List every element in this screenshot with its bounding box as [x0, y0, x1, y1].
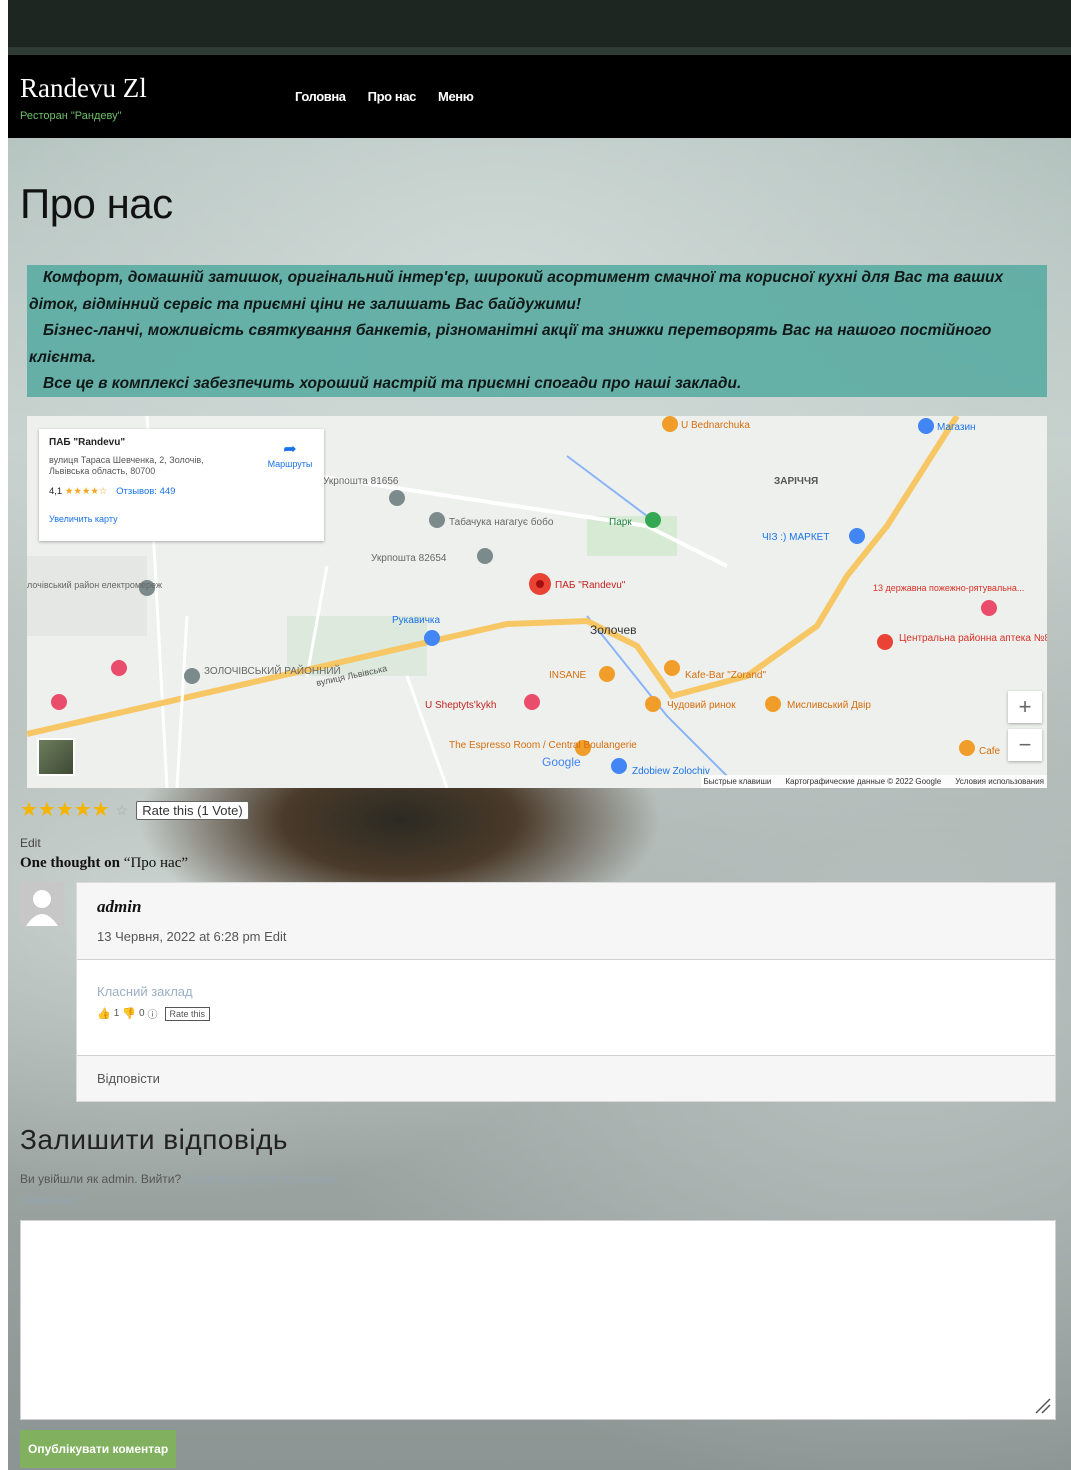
left-rail [0, 0, 8, 1470]
svg-text:лочівський район електромереж: лочівський район електромереж [27, 580, 162, 590]
intro-paragraph: Бізнес-ланчі, можливість святкування бан… [29, 322, 992, 366]
place-address: вулиця Тараса Шевченка, 2, Золочів, Льві… [49, 455, 204, 476]
down-count: 0 [138, 1008, 145, 1019]
thumbs-down-icon[interactable]: 👎 [122, 1007, 136, 1020]
up-count: 1 [113, 1008, 120, 1019]
post-rating: ★★★★★ ☆ Rate this (1 Vote) [20, 800, 249, 820]
svg-text:U Sheptyts'kykh: U Sheptyts'kykh [425, 700, 496, 711]
comment-vote: 👍 1 👎 0 ⓘ Rate this [97, 1006, 211, 1021]
svg-text:INSANE: INSANE [549, 670, 587, 681]
submit-comment-button[interactable]: Опублікувати коментар [20, 1430, 177, 1468]
map-district-label: ЗАРІЧЧЯ [774, 476, 818, 487]
rating-stars[interactable]: ★★★★★ [20, 800, 110, 820]
main-nav: Головна Про нас Меню [295, 89, 474, 104]
svg-text:Магазин: Магазин [937, 422, 976, 433]
rating-empty-star[interactable]: ☆ [116, 802, 129, 819]
svg-text:Центральна районна аптека №85,: Центральна районна аптека №85, КП [899, 633, 1047, 644]
svg-text:ЧІЗ :) МАРКЕТ: ЧІЗ :) МАРКЕТ [762, 532, 829, 543]
directions-label: Маршруты [267, 459, 313, 469]
svg-text:U Bednarchuka: U Bednarchuka [681, 420, 750, 431]
svg-text:Чудовий ринок: Чудовий ринок [667, 700, 736, 711]
svg-text:Рукавичка: Рукавичка [392, 615, 441, 626]
map-city-label: Золочев [590, 623, 637, 637]
google-logo: Google [542, 755, 581, 769]
place-name: ПАБ "Randevu" [49, 437, 126, 448]
zoom-out-button[interactable]: − [1008, 729, 1042, 761]
svg-text:Мисливський Двір: Мисливський Двір [787, 700, 871, 711]
reply-link[interactable]: Відповісти [97, 1071, 160, 1086]
user-avatar-icon [20, 882, 64, 926]
rate-this-button[interactable]: Rate this (1 Vote) [136, 800, 249, 820]
map-place-card: ПАБ "Randevu" вулиця Тараса Шевченка, 2,… [39, 429, 324, 541]
nav-item-about[interactable]: Про нас [368, 89, 417, 104]
svg-text:Kafe-Bar "Zorand": Kafe-Bar "Zorand" [685, 670, 766, 681]
map-data-attribution: Картографические данные © 2022 Google [785, 777, 942, 786]
svg-text:The Espresso Room / Central Bo: The Espresso Room / Central Boulangerie [449, 740, 637, 751]
resize-grip-icon[interactable] [1030, 1393, 1052, 1415]
directions-button[interactable]: ➦ Маршруты [264, 441, 316, 469]
thumbs-up-icon[interactable]: 👍 [97, 1007, 111, 1020]
comment-body: Класний заклад 👍 1 👎 0 ⓘ Rate this [77, 960, 1055, 1055]
google-map[interactable]: ПАБ "Randevu" Золочев ЗАРІЧЧЯ U Bednarch… [27, 416, 1047, 788]
intro-paragraph: Комфорт, домашній затишок, оригінальний … [29, 269, 1004, 313]
directions-icon: ➦ [283, 441, 297, 458]
reply-form-title: Залишити відповідь [20, 1124, 288, 1155]
nav-item-menu[interactable]: Меню [438, 89, 474, 104]
logged-in-text[interactable]: Ви увійшли як admin. Вийти? [20, 1172, 181, 1186]
keyboard-shortcuts-link[interactable]: Быстрые клавиши [704, 777, 772, 786]
svg-text:Cafe: Cafe [979, 746, 1001, 757]
svg-text:Табачука нагагує бобо: Табачука нагагує бобо [449, 516, 554, 528]
info-icon: ⓘ [147, 1010, 158, 1021]
svg-text:Укрпошта 82654: Укрпошта 82654 [371, 553, 447, 564]
intro-text: Комфорт, домашній затишок, оригінальний … [27, 265, 1047, 397]
map-terms-link[interactable]: Условия использования [955, 777, 1044, 786]
required-fields-note: Обов'язкові поля позначені * [184, 1172, 345, 1186]
place-rating: 4,1 ★★★★☆ Отзывов: 449 [49, 486, 175, 497]
logged-in-note: Ви увійшли як admin. Вийти? Обов'язкові … [20, 1172, 344, 1186]
nav-item-home[interactable]: Головна [295, 89, 346, 104]
map-marker-label: ПАБ "Randevu" [555, 580, 626, 591]
place-rating-stars: ★★★★☆ [64, 486, 108, 497]
comment: admin 13 Червня, 2022 at 6:28 pm Edit Кл… [76, 882, 1056, 1102]
comment-field-label: Коментар * [20, 1193, 82, 1207]
comment-rate-button[interactable]: Rate this [164, 1006, 211, 1021]
svg-text:Укрпошта 81656: Укрпошта 81656 [323, 476, 399, 487]
divider [77, 1055, 1055, 1056]
edit-post-link[interactable]: Edit [20, 836, 41, 850]
intro-paragraph: Все це в комплексі забезпечить хороший н… [43, 375, 742, 392]
site-tagline: Ресторан "Рандеву" [20, 110, 122, 122]
svg-text:Парк: Парк [609, 517, 632, 528]
site-title[interactable]: Randevu Zl [20, 73, 147, 104]
comments-title: One thought on “Про нас” [20, 855, 188, 872]
top-bar [8, 0, 1071, 55]
comments-title-prefix: One thought on [20, 855, 121, 871]
place-rating-value: 4,1 [49, 486, 63, 497]
enlarge-map-link[interactable]: Увеличить карту [49, 514, 118, 524]
satellite-toggle[interactable] [37, 738, 75, 776]
svg-text:13 державна пожежно-рятувальна: 13 державна пожежно-рятувальна... [873, 583, 1024, 593]
page-title: Про нас [20, 180, 173, 227]
svg-text:ЗОЛОЧІВСЬКИЙ РАЙОННИЙ: ЗОЛОЧІВСЬКИЙ РАЙОННИЙ [204, 664, 341, 677]
svg-text:Zdobiew Zolochiv: Zdobiew Zolochiv [632, 766, 710, 777]
comment-meta[interactable]: 13 Червня, 2022 at 6:28 pm Edit [97, 929, 287, 944]
place-reviews-link[interactable]: Отзывов: 449 [116, 486, 175, 497]
comment-author[interactable]: admin [97, 897, 141, 917]
zoom-in-button[interactable]: + [1008, 691, 1042, 723]
map-footer: Быстрые клавиши Картографические данные … [700, 775, 1047, 788]
avatar [20, 882, 64, 926]
comments-title-post: “Про нас” [123, 855, 189, 871]
site-header: Randevu Zl Ресторан "Рандеву" Головна Пр… [8, 55, 1071, 138]
comment-text: Класний заклад [97, 984, 193, 999]
comment-textarea[interactable] [20, 1220, 1056, 1420]
